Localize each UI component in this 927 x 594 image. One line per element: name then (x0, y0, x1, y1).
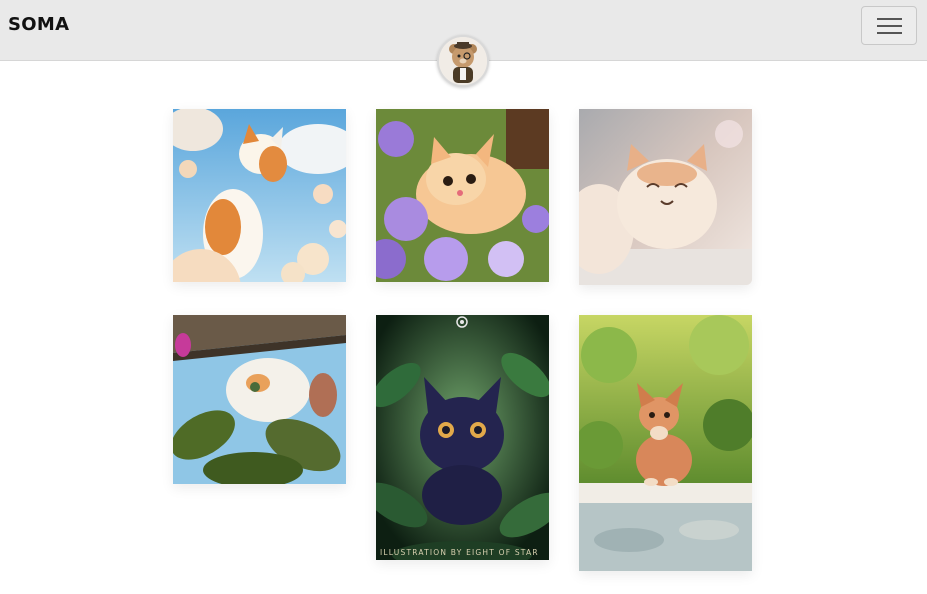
cat-in-purple-flowers-image (376, 109, 549, 282)
gallery-card-smiling-cat[interactable] (579, 109, 752, 285)
smiling-chubby-cat-image (579, 109, 752, 285)
gallery-card-ginger-cat-wall[interactable] (579, 315, 752, 571)
gallery-card-cat-flowers-sky[interactable] (173, 109, 346, 282)
illustration-credit-text: ILLUSTRATION BY EIGHT OF STAR (380, 548, 539, 557)
upside-down-cat-leaves-image (173, 315, 346, 484)
navbar-toggler-button[interactable] (861, 6, 917, 45)
profile-avatar[interactable] (437, 35, 489, 87)
brand-logo[interactable]: SOMA (8, 14, 69, 35)
teddy-bear-avatar-icon (439, 37, 487, 85)
black-cat-in-jungle-image: ILLUSTRATION BY EIGHT OF STAR (376, 315, 549, 560)
gallery-card-upside-down-cat[interactable] (173, 315, 346, 484)
gallery-card-cat-purple-flowers[interactable] (376, 109, 549, 282)
ginger-cat-on-wall-image (579, 315, 752, 571)
cat-among-flowers-image (173, 109, 346, 282)
gallery-card-black-cat-jungle[interactable]: ILLUSTRATION BY EIGHT OF STAR (376, 315, 549, 560)
